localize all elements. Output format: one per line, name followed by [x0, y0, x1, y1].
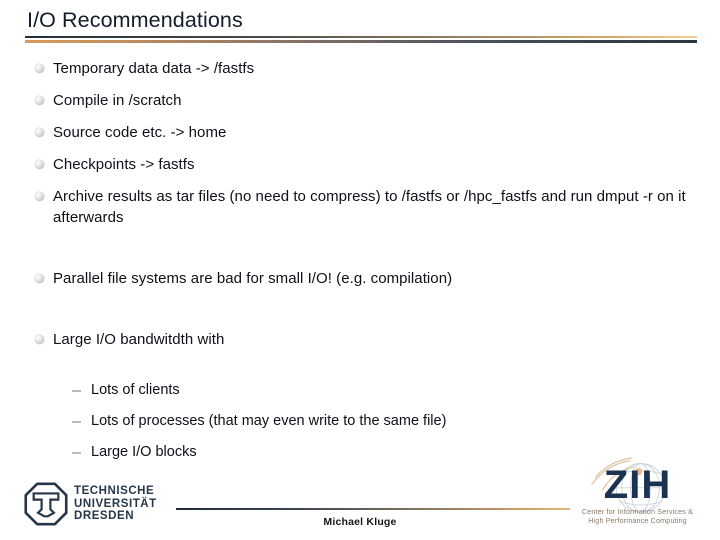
page-title: I/O Recommendations	[27, 8, 243, 32]
sub-list-item-label: Lots of processes (that may even write t…	[91, 413, 447, 429]
list-item: Compile in /scratch	[0, 90, 720, 111]
dash-bullet-icon	[72, 390, 81, 392]
title-rule-lower	[25, 40, 697, 43]
list-item-label: Archive results as tar files (no need to…	[53, 188, 686, 226]
bullet-sphere-icon	[35, 64, 44, 73]
zih-caption-line-1: Center for Information Services &	[581, 507, 694, 516]
title-rule-upper	[25, 36, 697, 38]
list-item-label: Source code etc. -> home	[53, 124, 227, 141]
zih-logo: ZIH Center for Information Services & Hi…	[565, 457, 710, 535]
footer-rule	[176, 508, 570, 510]
tud-line-1: TECHNISCHE	[74, 485, 155, 497]
bullet-sphere-icon	[35, 128, 44, 137]
list-item: Temporary data data -> /fastfs	[0, 58, 720, 79]
zih-caption: Center for Information Services & High P…	[565, 507, 710, 526]
list-item: Archive results as tar files (no need to…	[0, 186, 720, 228]
bullet-list: Temporary data data -> /fastfs Compile i…	[0, 58, 720, 473]
sub-list-item-label: Lots of clients	[91, 382, 180, 398]
bullet-sphere-icon	[35, 192, 44, 201]
list-item-label: Temporary data data -> /fastfs	[53, 60, 255, 77]
slide-canvas: I/O Recommendations Temporary data data …	[0, 0, 720, 540]
bullet-sphere-icon	[35, 160, 44, 169]
zih-wordmark: ZIH	[603, 463, 672, 507]
tud-line-3: DRESDEN	[74, 510, 135, 523]
tu-dresden-wordmark: TECHNISCHE UNIVERSITÄT DRESDEN	[74, 485, 157, 523]
bullet-sphere-icon	[35, 96, 44, 105]
list-item-label: Compile in /scratch	[53, 92, 182, 109]
list-item: Parallel file systems are bad for small …	[0, 268, 720, 289]
dash-bullet-icon	[72, 421, 81, 423]
list-item: Source code etc. -> home	[0, 122, 720, 143]
sub-list-item-label: Large I/O blocks	[91, 444, 197, 460]
tu-dresden-logo: TECHNISCHE UNIVERSITÄT DRESDEN	[24, 481, 176, 527]
dash-bullet-icon	[72, 452, 81, 454]
bullet-sphere-icon	[35, 335, 44, 344]
sub-list-item: Lots of processes (that may even write t…	[0, 411, 720, 431]
list-item-label: Parallel file systems are bad for small …	[53, 270, 453, 287]
zih-caption-line-2: High Performance Computing	[588, 516, 687, 526]
bullet-sphere-icon	[35, 274, 44, 283]
list-item-label: Checkpoints -> fastfs	[53, 156, 195, 173]
list-item-label: Large I/O bandwitdth with	[53, 331, 225, 348]
list-item: Large I/O bandwitdth with	[0, 329, 720, 350]
tud-octagon-icon	[24, 482, 68, 526]
list-item: Checkpoints -> fastfs	[0, 154, 720, 175]
tud-line-2: UNIVERSITÄT	[74, 497, 157, 510]
sub-list-item: Lots of clients	[0, 380, 720, 400]
